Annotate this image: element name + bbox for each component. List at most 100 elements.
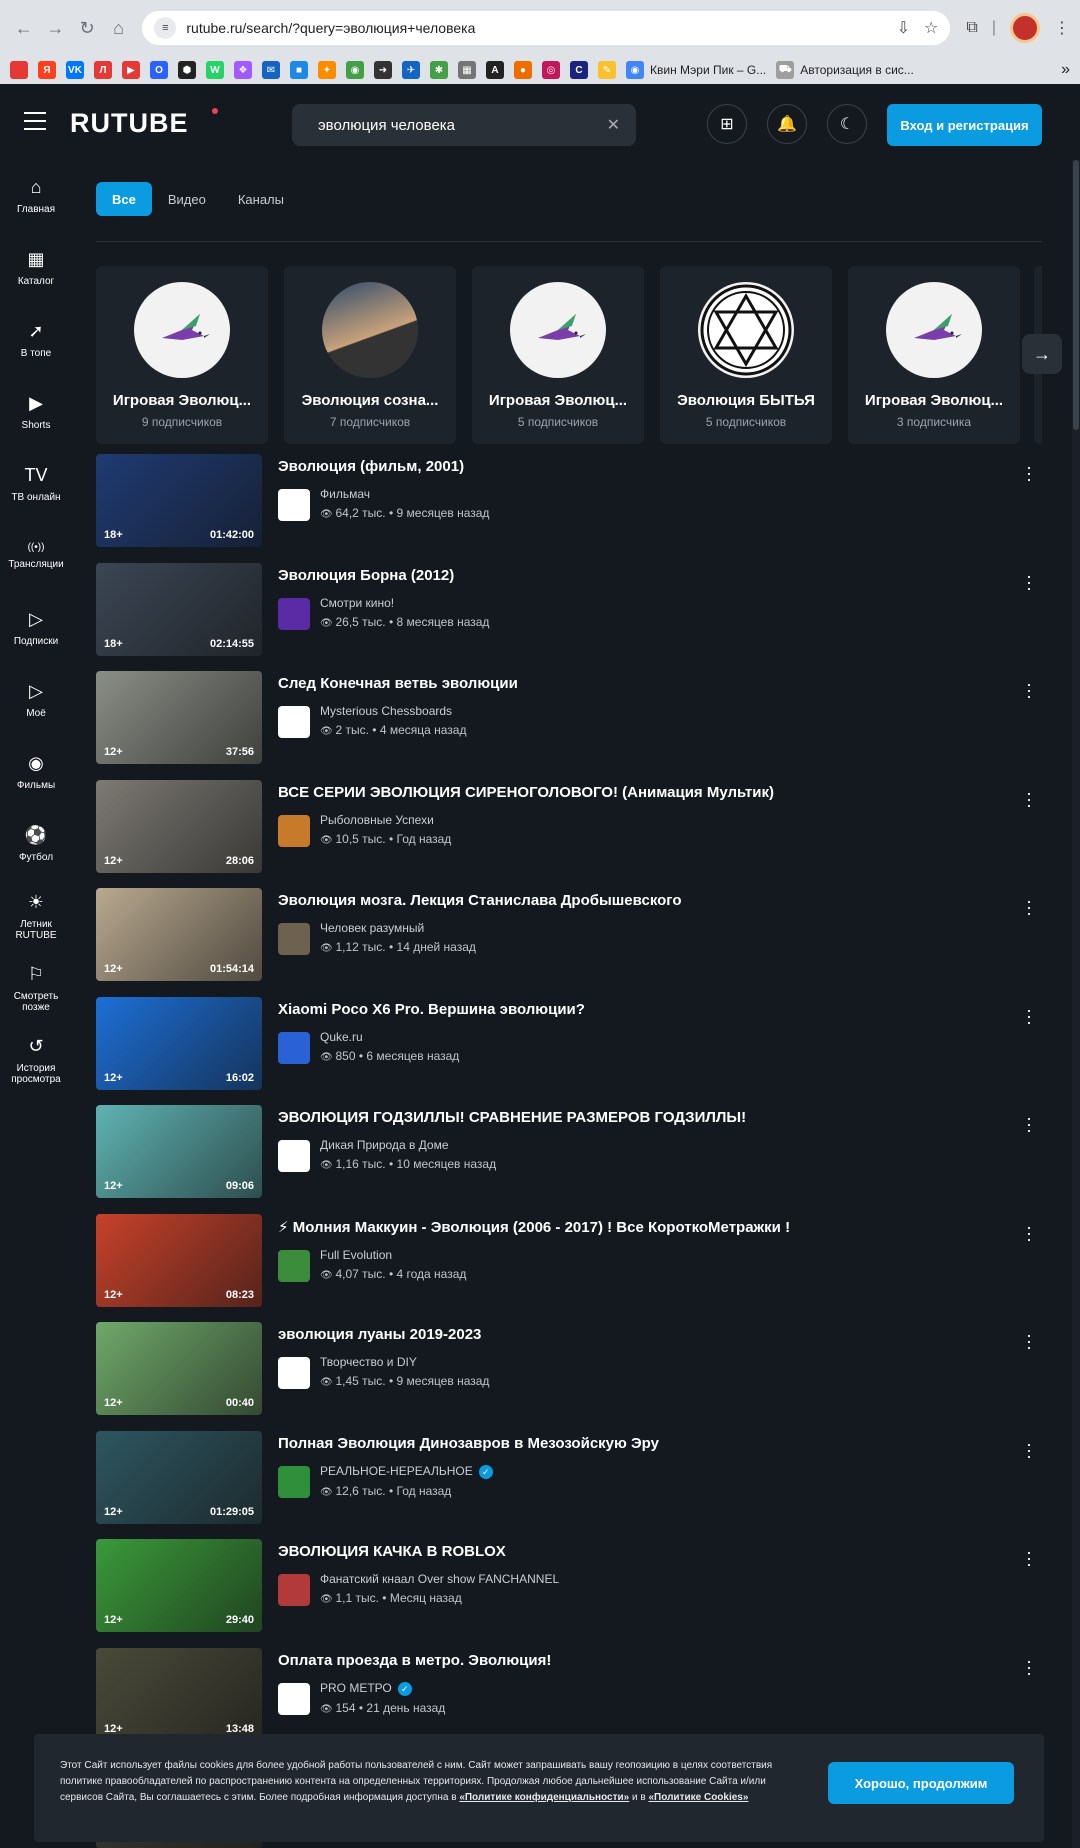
upload-icon[interactable]: ⊞ [707, 104, 747, 144]
bookmark-icon[interactable]: C [570, 61, 588, 79]
rutube-logo[interactable]: RUTUBE [70, 108, 189, 139]
accept-cookies-button[interactable]: Хорошо, продолжим [828, 1762, 1014, 1804]
channel-link[interactable]: Творчество и DIY [320, 1355, 489, 1369]
sidebar-item[interactable]: ((•)) Трансляции [0, 520, 72, 592]
sidebar-item[interactable]: ⚐ Смотреть позже [0, 952, 72, 1024]
sidebar-item[interactable]: ⚽ Футбол [0, 808, 72, 880]
channel-avatar[interactable] [278, 814, 310, 847]
more-options-icon[interactable]: · · · [1026, 567, 1032, 597]
channel-link[interactable]: Фанатский кнаал Over show FANCHANNEL [320, 1572, 559, 1586]
video-title[interactable]: След Конечная ветвь эволюции [278, 675, 1042, 692]
channel-avatar[interactable] [278, 706, 310, 738]
extensions-icon[interactable]: ⧉ [966, 19, 977, 37]
bookmark-icon[interactable]: O [150, 61, 168, 79]
video-row[interactable]: 12+ 28:06 ВСЕ СЕРИИ ЭВОЛЮЦИЯ СИРЕНОГОЛОВОГ… [96, 779, 1042, 889]
video-row[interactable]: 12+ 01:54:14 Эволюция мозга. Лекция Станис… [96, 888, 1042, 997]
site-info-icon[interactable]: ≡ [154, 17, 177, 39]
video-thumbnail[interactable]: 18+ 01:42:00 [96, 454, 262, 547]
bookmark-icon[interactable]: Л [94, 61, 112, 79]
channel-link[interactable]: Рыболовные Успехи [320, 813, 451, 827]
channel-avatar[interactable] [278, 1574, 310, 1606]
video-thumbnail[interactable]: 12+ 29:40 [96, 1539, 262, 1632]
channel-avatar[interactable] [278, 1031, 310, 1064]
channel-avatar[interactable] [278, 1140, 310, 1172]
channel-card[interactable]: Эволюция БЫТЬЯ 5 подписчиков [660, 266, 832, 444]
video-title[interactable]: Эволюция Борна (2012) [278, 567, 1042, 584]
more-options-icon[interactable]: · · · [1026, 1652, 1032, 1682]
channel-card[interactable]: Эволюция созна... 7 подписчиков [284, 266, 456, 444]
video-thumbnail[interactable]: 12+ 09:06 [96, 1105, 262, 1198]
more-options-icon[interactable]: · · · [1026, 1001, 1032, 1031]
sidebar-item[interactable]: ➚ В топе [0, 304, 72, 376]
profile-avatar[interactable] [1009, 13, 1040, 43]
video-thumbnail[interactable]: 12+ 28:06 [96, 779, 262, 873]
bookmark-icon[interactable]: Я [38, 61, 56, 79]
video-title[interactable]: ВСЕ СЕРИИ ЭВОЛЮЦИЯ СИРЕНОГОЛОВОГО! (Аним… [278, 784, 1042, 801]
channel-avatar[interactable] [278, 597, 310, 630]
channel-avatar[interactable] [278, 1465, 310, 1498]
video-thumbnail[interactable]: 12+ 37:56 [96, 671, 262, 764]
home-icon[interactable]: ⌂ [105, 13, 133, 43]
carousel-next-icon[interactable]: → [1022, 334, 1062, 374]
video-row[interactable]: 12+ 37:56 След Конечная ветвь эволюции Myst… [96, 671, 1042, 780]
more-options-icon[interactable]: · · · [1026, 1435, 1032, 1465]
more-options-icon[interactable]: · · · [1026, 1218, 1032, 1248]
sidebar-item[interactable]: ⌂ Главная [0, 160, 72, 232]
bookmark-icon[interactable]: ◎ [542, 61, 560, 79]
video-title[interactable]: ⚡ Молния Маккуин - Эволюция (2006 - 2017… [278, 1218, 1042, 1236]
bookmark-icon[interactable]: W [206, 61, 224, 79]
video-row[interactable]: 18+ 01:42:00 Эволюция (фильм, 2001) Фильмач… [96, 454, 1042, 563]
video-title[interactable]: Эволюция мозга. Лекция Станислава Дробыш… [278, 892, 1042, 909]
bookmark-icon[interactable]: ■ [290, 61, 308, 79]
video-title[interactable]: Полная Эволюция Динозавров в Мезозойскую… [278, 1435, 1042, 1452]
more-options-icon[interactable]: · · · [1026, 458, 1032, 488]
video-title[interactable]: ЭВОЛЮЦИЯ КАЧКА В ROBLOX [278, 1543, 1042, 1560]
video-thumbnail[interactable]: 12+ 00:40 [96, 1322, 262, 1415]
channel-avatar[interactable] [278, 1682, 310, 1715]
video-title[interactable]: Эволюция (фильм, 2001) [278, 458, 1042, 475]
cookie-policy-link[interactable]: «Политике Cookies» [648, 1792, 748, 1803]
bookmark-icon[interactable]: ▶ [122, 61, 140, 79]
channel-avatar[interactable] [278, 1357, 310, 1389]
bookmark-icon[interactable]: ✈ [402, 61, 420, 79]
more-options-icon[interactable]: · · · [1026, 1109, 1032, 1139]
video-row[interactable]: 12+ 09:06 ЭВОЛЮЦИЯ ГОДЗИЛЛЫ! СРАВНЕНИЕ РАЗ… [96, 1105, 1042, 1214]
bookmark-icon[interactable]: ❖ [234, 61, 252, 79]
sidebar-item[interactable]: ▷ Подписки [0, 592, 72, 664]
bookmark-icon[interactable]: ● [514, 61, 532, 79]
bookmark-icon[interactable]: ◉ [346, 61, 364, 79]
channel-avatar[interactable] [278, 1249, 310, 1282]
bookmark-link[interactable]: ⛟ Авторизация в сис... [776, 61, 914, 79]
menu-burger-icon[interactable] [24, 112, 46, 136]
video-row[interactable]: 12+ 01:29:05 Полная Эволюция Динозавров в … [96, 1430, 1042, 1540]
back-icon[interactable]: ← [10, 13, 38, 43]
channel-link[interactable]: Человек разумный [320, 921, 476, 935]
channel-link[interactable]: Дикая Природа в Доме [320, 1138, 496, 1152]
video-thumbnail[interactable]: 18+ 02:14:55 [96, 562, 262, 656]
bookmark-icon[interactable]: ▦ [458, 61, 476, 79]
menu-icon[interactable]: ⋮ [1054, 18, 1070, 38]
video-thumbnail[interactable]: 12+ 01:29:05 [96, 1430, 262, 1524]
channel-link[interactable]: Фильмач [320, 487, 489, 501]
tab[interactable]: Все [96, 182, 152, 216]
more-options-icon[interactable]: · · · [1026, 1543, 1032, 1573]
sidebar-item[interactable]: ▶ Shorts [0, 376, 72, 448]
sidebar-item[interactable]: ☀ Летник RUTUBE [0, 880, 72, 952]
video-title[interactable]: эволюция луаны 2019-2023 [278, 1326, 1042, 1343]
bookmark-icon[interactable]: ✦ [318, 61, 336, 79]
video-thumbnail[interactable]: 12+ 08:23 [96, 1213, 262, 1307]
video-title[interactable]: Xiaomi Poco X6 Pro. Вершина эволюции? [278, 1001, 1042, 1018]
sidebar-item[interactable]: ↺ История просмотра [0, 1024, 72, 1096]
channel-link[interactable]: РЕАЛЬНОЕ-НЕРЕАЛЬНОЕ ✓ [320, 1464, 493, 1479]
privacy-policy-link[interactable]: «Политике конфиденциальности» [459, 1792, 629, 1803]
channel-link[interactable]: PRO МЕТРО ✓ [320, 1681, 445, 1696]
bookmark-icon[interactable]: ✱ [430, 61, 448, 79]
bookmarks-more-icon[interactable]: » [1061, 61, 1070, 79]
install-icon[interactable]: ⇩ [897, 18, 910, 38]
login-button[interactable]: Вход и регистрация [887, 104, 1042, 146]
bookmark-icon[interactable]: ✎ [598, 61, 616, 79]
more-options-icon[interactable]: · · · [1026, 784, 1032, 814]
sidebar-item[interactable]: ◉ Фильмы [0, 736, 72, 808]
channel-card[interactable]: Игровая Эволюц... 3 подписчика [848, 266, 1020, 444]
video-thumbnail[interactable]: 12+ 16:02 [96, 996, 262, 1090]
